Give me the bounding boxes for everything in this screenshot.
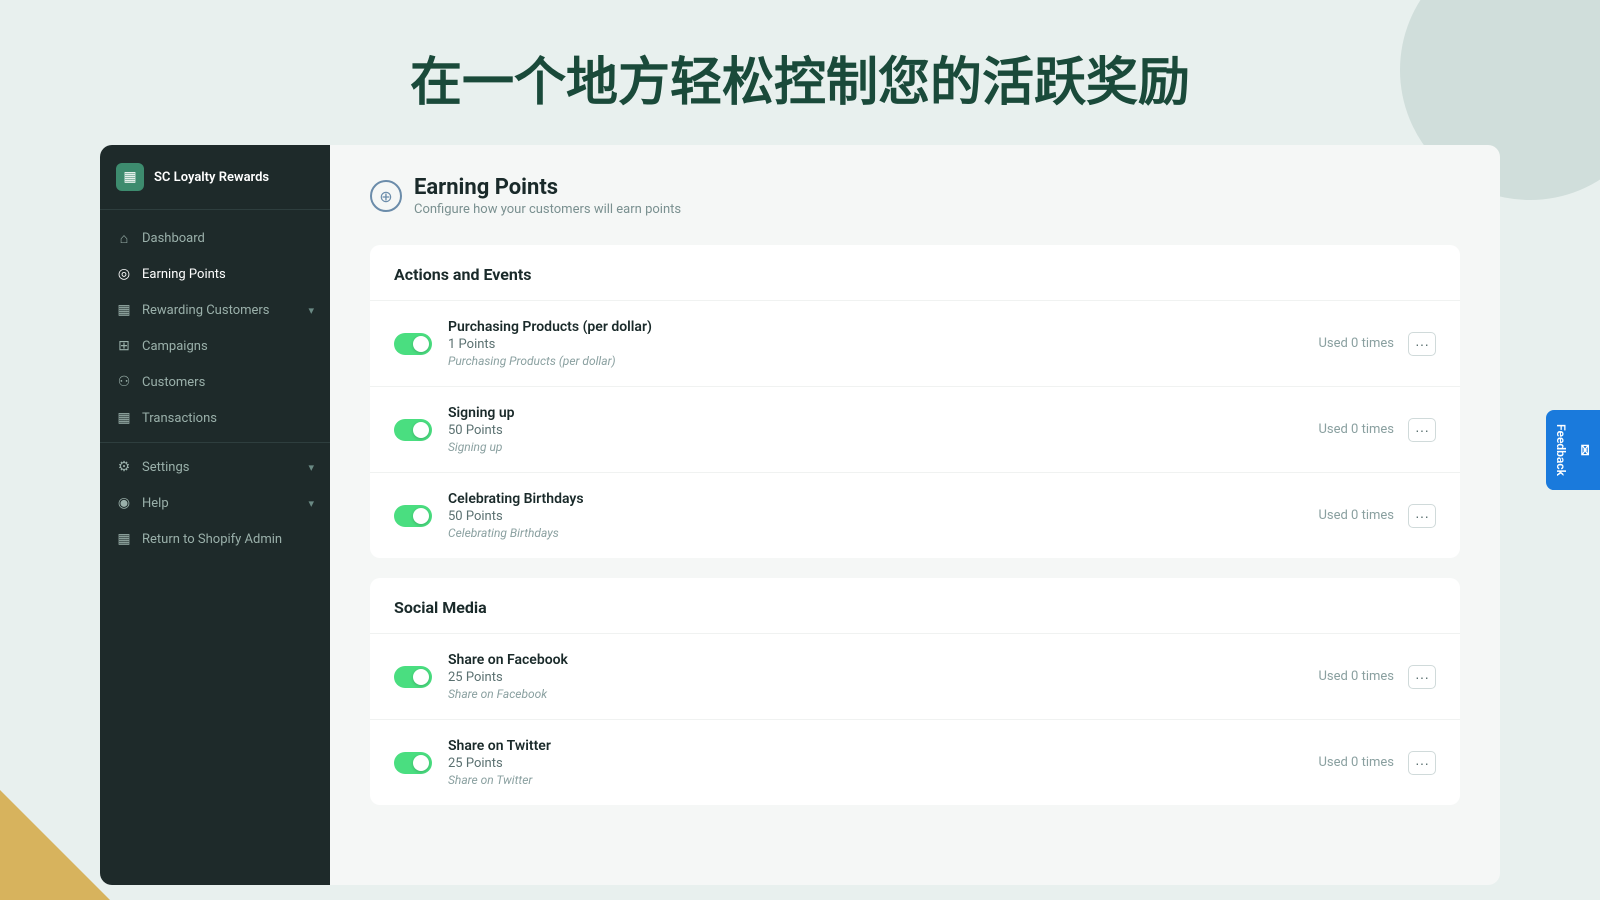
reward-name-twitter: Share on Twitter	[448, 738, 1302, 754]
sidebar-label-settings: Settings	[142, 460, 189, 475]
more-button-purchasing[interactable]: ···	[1408, 332, 1436, 356]
reward-row-birthdays: Celebrating Birthdays 50 Points Celebrat…	[370, 472, 1460, 558]
sidebar-label-transactions: Transactions	[142, 411, 217, 426]
sidebar-item-earning-points[interactable]: ◎ Earning Points	[100, 256, 330, 292]
section-actions-events: Actions and Events Purchasing Products (…	[370, 245, 1460, 558]
earning-points-icon: ◎	[116, 266, 132, 282]
used-times-facebook: Used 0 times	[1318, 669, 1394, 684]
more-button-facebook[interactable]: ···	[1408, 665, 1436, 689]
reward-name-purchasing: Purchasing Products (per dollar)	[448, 319, 1302, 335]
sidebar: ▦ SC Loyalty Rewards ⌂ Dashboard ◎ Earni…	[100, 145, 330, 885]
content-header: ⊕ Earning Points Configure how your cust…	[370, 175, 1460, 217]
section-title-social-media: Social Media	[370, 578, 1460, 633]
content-header-icon: ⊕	[370, 180, 402, 212]
toggle-birthdays[interactable]	[394, 505, 432, 527]
feedback-label: Feedback	[1554, 424, 1568, 476]
campaigns-icon: ⊞	[116, 338, 132, 354]
toggle-twitter[interactable]	[394, 752, 432, 774]
toggle-knob-4	[413, 669, 429, 685]
reward-row-facebook: Share on Facebook 25 Points Share on Fac…	[370, 633, 1460, 719]
toggle-knob-3	[413, 508, 429, 524]
sidebar-label-help: Help	[142, 496, 169, 511]
reward-subtitle-signing-up: Signing up	[448, 440, 1302, 454]
dashboard-icon: ⌂	[116, 230, 132, 246]
used-times-twitter: Used 0 times	[1318, 755, 1394, 770]
sidebar-label-campaigns: Campaigns	[142, 339, 208, 354]
reward-subtitle-twitter: Share on Twitter	[448, 773, 1302, 787]
sidebar-item-help[interactable]: ◉ Help ▾	[100, 485, 330, 521]
sidebar-item-transactions[interactable]: ▦ Transactions	[100, 400, 330, 436]
reward-points-facebook: 25 Points	[448, 670, 1302, 685]
sidebar-label-rewarding-customers: Rewarding Customers	[142, 303, 270, 318]
toggle-knob-2	[413, 422, 429, 438]
content-page-title: Earning Points	[414, 175, 681, 200]
help-icon: ◉	[116, 495, 132, 511]
more-button-signing-up[interactable]: ···	[1408, 418, 1436, 442]
reward-subtitle-facebook: Share on Facebook	[448, 687, 1302, 701]
main-content: ⊕ Earning Points Configure how your cust…	[330, 145, 1500, 885]
toggle-purchasing-products[interactable]	[394, 333, 432, 355]
sidebar-divider	[100, 442, 330, 443]
section-social-media: Social Media Share on Facebook 25 Points…	[370, 578, 1460, 805]
reward-row-purchasing-products: Purchasing Products (per dollar) 1 Point…	[370, 300, 1460, 386]
transactions-icon: ▦	[116, 410, 132, 426]
reward-points-twitter: 25 Points	[448, 756, 1302, 771]
hero-title: 在一个地方轻松控制您的活跃奖励	[0, 40, 1600, 115]
used-times-birthdays: Used 0 times	[1318, 508, 1394, 523]
app-logo-icon: ▦	[116, 163, 144, 191]
reward-name-birthdays: Celebrating Birthdays	[448, 491, 1302, 507]
chevron-down-icon: ▾	[308, 304, 314, 317]
reward-points-birthdays: 50 Points	[448, 509, 1302, 524]
reward-name-signing-up: Signing up	[448, 405, 1302, 421]
reward-row-signing-up: Signing up 50 Points Signing up Used 0 t…	[370, 386, 1460, 472]
chevron-down-icon-settings: ▾	[308, 461, 314, 474]
sidebar-nav: ⌂ Dashboard ◎ Earning Points ▦ Rewarding…	[100, 210, 330, 567]
sidebar-header: ▦ SC Loyalty Rewards	[100, 145, 330, 210]
reward-subtitle-birthdays: Celebrating Birthdays	[448, 526, 1302, 540]
sidebar-item-return-shopify[interactable]: ▦ Return to Shopify Admin	[100, 521, 330, 557]
customers-icon: ⚇	[116, 374, 132, 390]
reward-subtitle-purchasing: Purchasing Products (per dollar)	[448, 354, 1302, 368]
sidebar-label-earning-points: Earning Points	[142, 267, 226, 282]
sidebar-label-customers: Customers	[142, 375, 205, 390]
toggle-knob	[413, 336, 429, 352]
used-times-signing-up: Used 0 times	[1318, 422, 1394, 437]
settings-icon: ⚙	[116, 459, 132, 475]
more-button-twitter[interactable]: ···	[1408, 751, 1436, 775]
feedback-tab[interactable]: ✉ Feedback	[1546, 410, 1600, 490]
sidebar-item-settings[interactable]: ⚙ Settings ▾	[100, 449, 330, 485]
sidebar-label-dashboard: Dashboard	[142, 231, 205, 246]
reward-points-signing-up: 50 Points	[448, 423, 1302, 438]
toggle-facebook[interactable]	[394, 666, 432, 688]
toggle-knob-5	[413, 755, 429, 771]
return-shopify-icon: ▦	[116, 531, 132, 547]
section-title-actions-events: Actions and Events	[370, 245, 1460, 300]
sidebar-label-return-shopify: Return to Shopify Admin	[142, 532, 282, 547]
sidebar-item-dashboard[interactable]: ⌂ Dashboard	[100, 220, 330, 256]
chevron-down-icon-help: ▾	[308, 497, 314, 510]
toggle-signing-up[interactable]	[394, 419, 432, 441]
main-layout: ▦ SC Loyalty Rewards ⌂ Dashboard ◎ Earni…	[0, 145, 1600, 885]
more-button-birthdays[interactable]: ···	[1408, 504, 1436, 528]
rewarding-customers-icon: ▦	[116, 302, 132, 318]
reward-points-purchasing: 1 Points	[448, 337, 1302, 352]
reward-name-facebook: Share on Facebook	[448, 652, 1302, 668]
page-hero: 在一个地方轻松控制您的活跃奖励	[0, 0, 1600, 145]
content-page-subtitle: Configure how your customers will earn p…	[414, 202, 681, 217]
app-name: SC Loyalty Rewards	[154, 170, 269, 185]
reward-row-twitter: Share on Twitter 25 Points Share on Twit…	[370, 719, 1460, 805]
sidebar-item-campaigns[interactable]: ⊞ Campaigns	[100, 328, 330, 364]
sidebar-item-customers[interactable]: ⚇ Customers	[100, 364, 330, 400]
sidebar-item-rewarding-customers[interactable]: ▦ Rewarding Customers ▾	[100, 292, 330, 328]
used-times-purchasing: Used 0 times	[1318, 336, 1394, 351]
feedback-icon: ✉	[1576, 442, 1592, 458]
